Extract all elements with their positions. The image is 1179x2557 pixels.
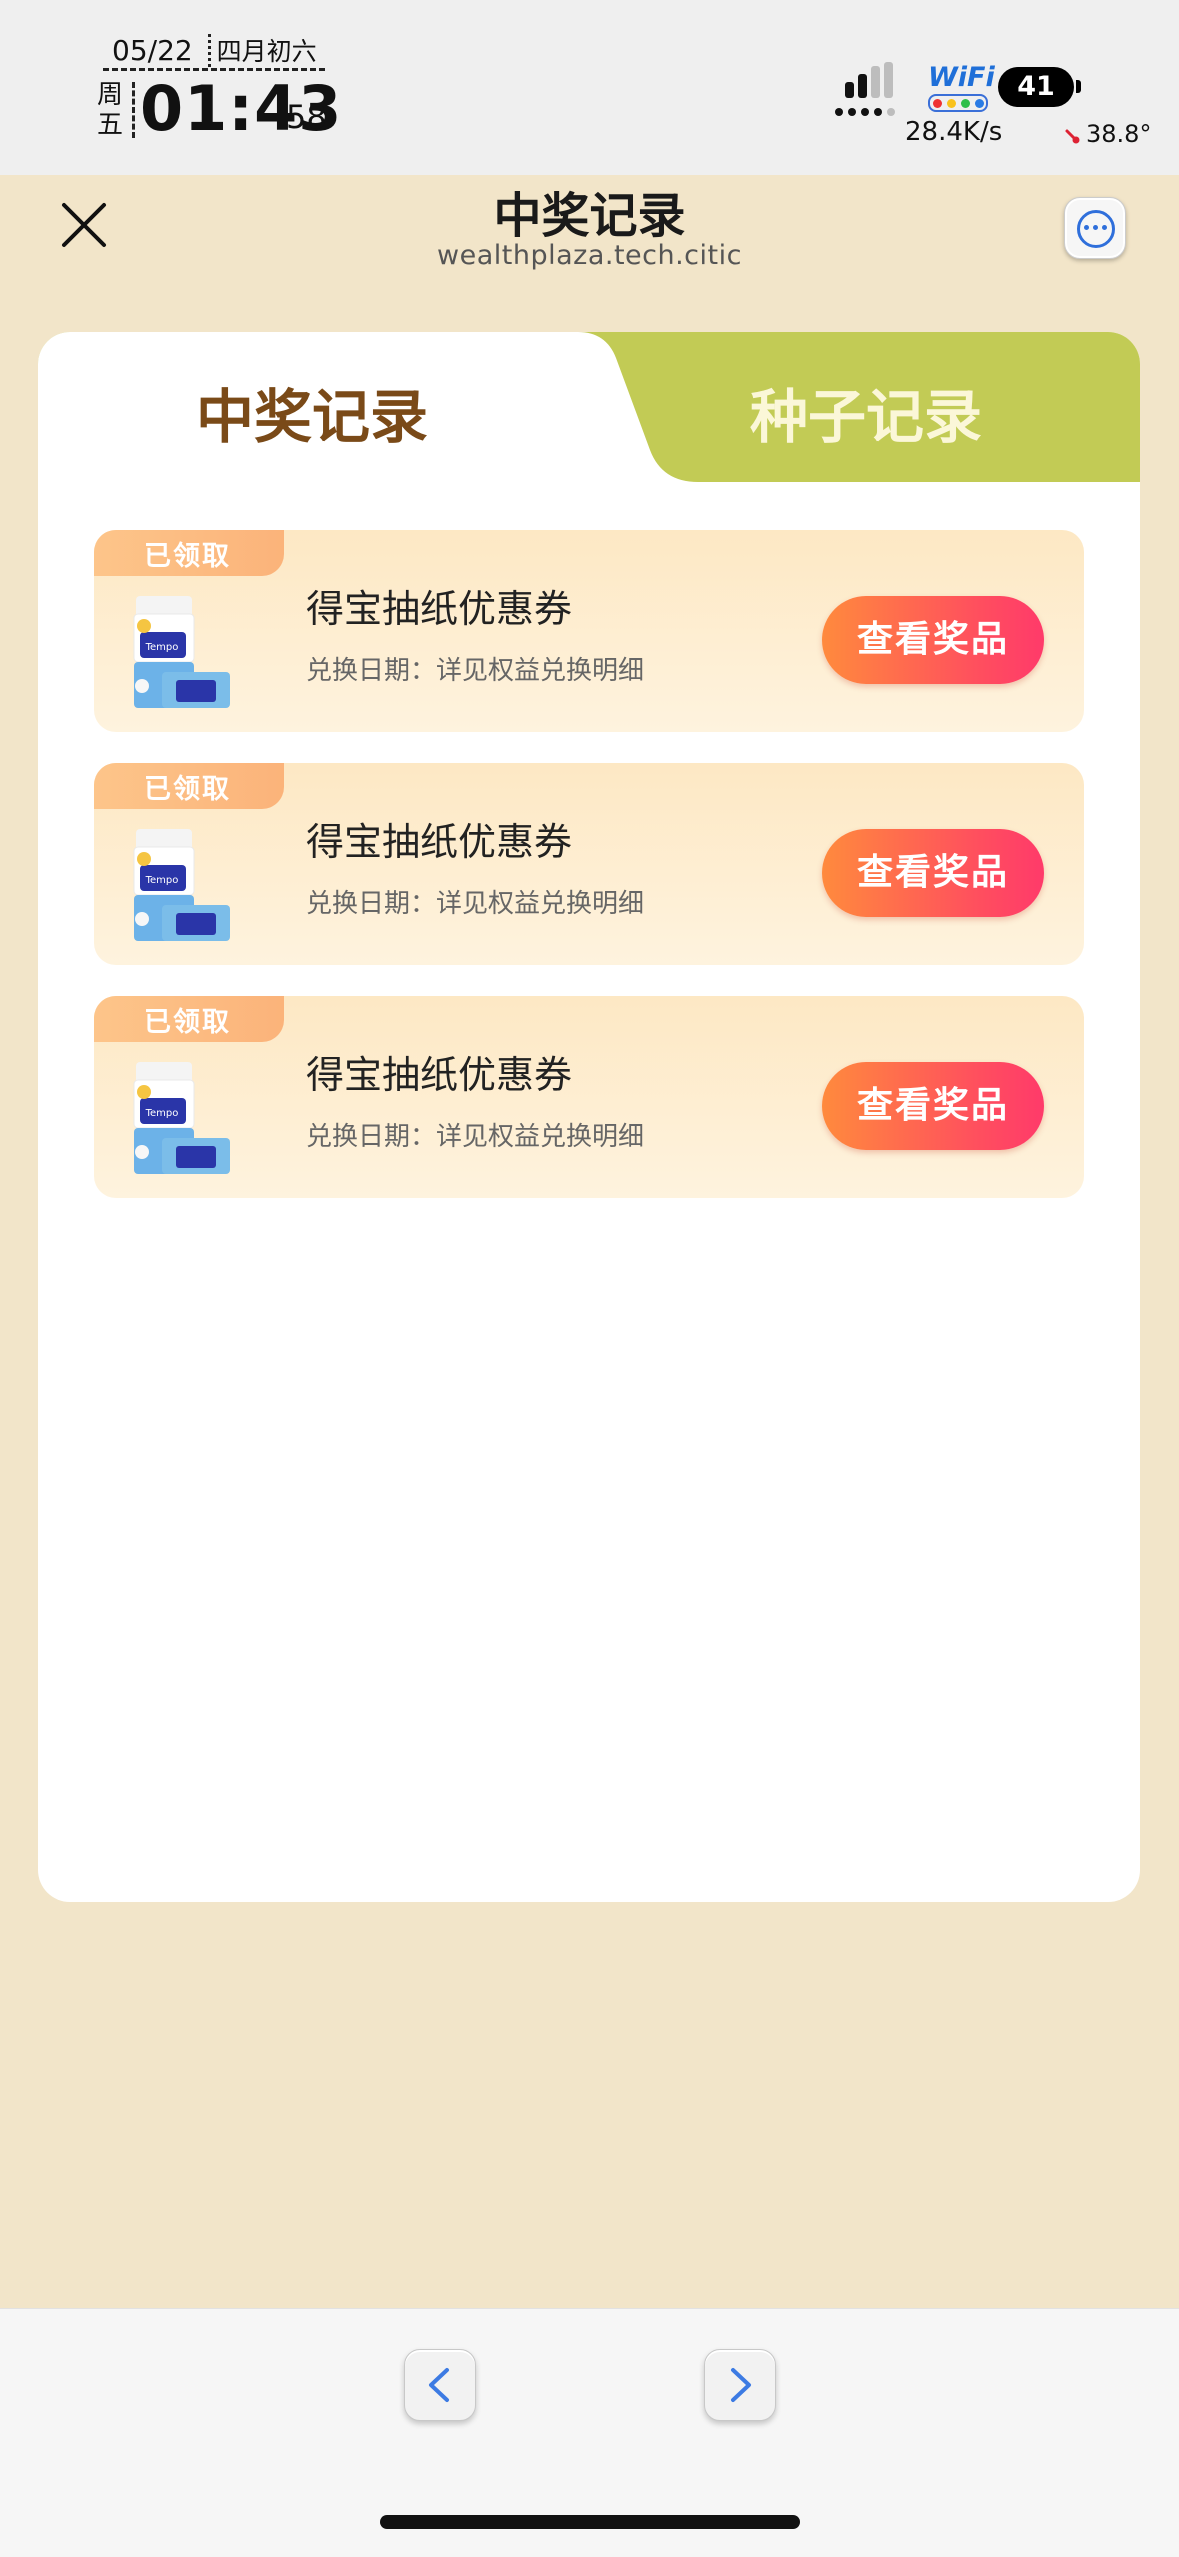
forward-button[interactable] xyxy=(704,2349,776,2421)
view-prize-button[interactable]: 查看奖品 xyxy=(822,596,1044,684)
tissue-product-image: Tempo xyxy=(133,829,230,941)
chevron-right-icon xyxy=(731,2368,751,2402)
status-date: 05/22 四月初六 xyxy=(112,32,317,68)
more-options-button[interactable] xyxy=(1064,197,1126,259)
record-item: 已领取 Tempo 得宝抽纸优惠券 兑换日期：详见权益兑换明细 查看奖品 xyxy=(94,996,1084,1198)
thermometer-icon xyxy=(1065,129,1080,144)
svg-text:Tempo: Tempo xyxy=(145,875,179,886)
claimed-badge: 已领取 xyxy=(94,530,284,576)
date-underline xyxy=(103,68,325,71)
claimed-badge: 已领取 xyxy=(94,996,284,1042)
svg-text:Tempo: Tempo xyxy=(145,642,179,653)
wifi-indicator-icon xyxy=(928,94,988,112)
home-indicator[interactable] xyxy=(380,2515,800,2529)
records-card: 中奖记录 种子记录 已领取 Tempo 得宝抽纸优惠券 兑换日期：详见权益兑换明… xyxy=(38,332,1140,1902)
weekday-text: 周五 xyxy=(96,80,123,140)
signal-icon xyxy=(835,62,895,116)
tab-seed-records[interactable]: 种子记录 xyxy=(750,370,982,454)
record-date: 兑换日期：详见权益兑换明细 xyxy=(306,1122,645,1152)
view-prize-button[interactable]: 查看奖品 xyxy=(822,829,1044,917)
view-prize-button[interactable]: 查看奖品 xyxy=(822,1062,1044,1150)
record-item: 已领取 Tempo 得宝抽纸优惠券 兑换日期：详见权益兑换明细 查看奖品 xyxy=(94,763,1084,965)
clock-seconds: 58 xyxy=(286,98,327,136)
badge-text: 已领取 xyxy=(144,541,231,572)
lunar-date-text: 四月初六 xyxy=(216,37,317,66)
date-text: 05/22 xyxy=(112,34,193,67)
claimed-badge: 已领取 xyxy=(94,763,284,809)
back-button[interactable] xyxy=(404,2349,476,2421)
tissue-product-image: Tempo xyxy=(133,596,230,708)
record-title: 得宝抽纸优惠券 xyxy=(306,587,573,631)
record-title: 得宝抽纸优惠券 xyxy=(306,820,573,864)
battery-tip xyxy=(1076,80,1081,93)
weekday-divider xyxy=(132,82,135,138)
network-speed: 28.4K/s xyxy=(905,117,1003,147)
date-divider xyxy=(207,34,211,67)
record-item: 已领取 Tempo 得宝抽纸优惠券 兑换日期：详见权益兑换明细 查看奖品 xyxy=(94,530,1084,732)
svg-text:Tempo: Tempo xyxy=(145,1108,179,1119)
record-date: 兑换日期：详见权益兑换明细 xyxy=(306,656,645,686)
tissue-product-image: Tempo xyxy=(133,1062,230,1174)
temperature-text: 38.8° xyxy=(1086,120,1152,148)
record-title: 得宝抽纸优惠券 xyxy=(306,1053,573,1097)
badge-text: 已领取 xyxy=(144,774,231,805)
page-title: 中奖记录 xyxy=(493,188,686,244)
record-date: 兑换日期：详见权益兑换明细 xyxy=(306,889,645,919)
badge-text: 已领取 xyxy=(144,1007,231,1038)
chevron-left-icon xyxy=(429,2368,449,2402)
tab-prize-records[interactable]: 中奖记录 xyxy=(196,370,428,454)
status-bar: 05/22 四月初六 周五 01:43 58 WiFi 41 28.4K/s 3… xyxy=(0,0,1179,271)
wifi-label: WiFi xyxy=(928,62,995,93)
page-domain: wealthplaza.tech.citic xyxy=(437,240,742,271)
battery-indicator: 41 xyxy=(998,67,1074,107)
